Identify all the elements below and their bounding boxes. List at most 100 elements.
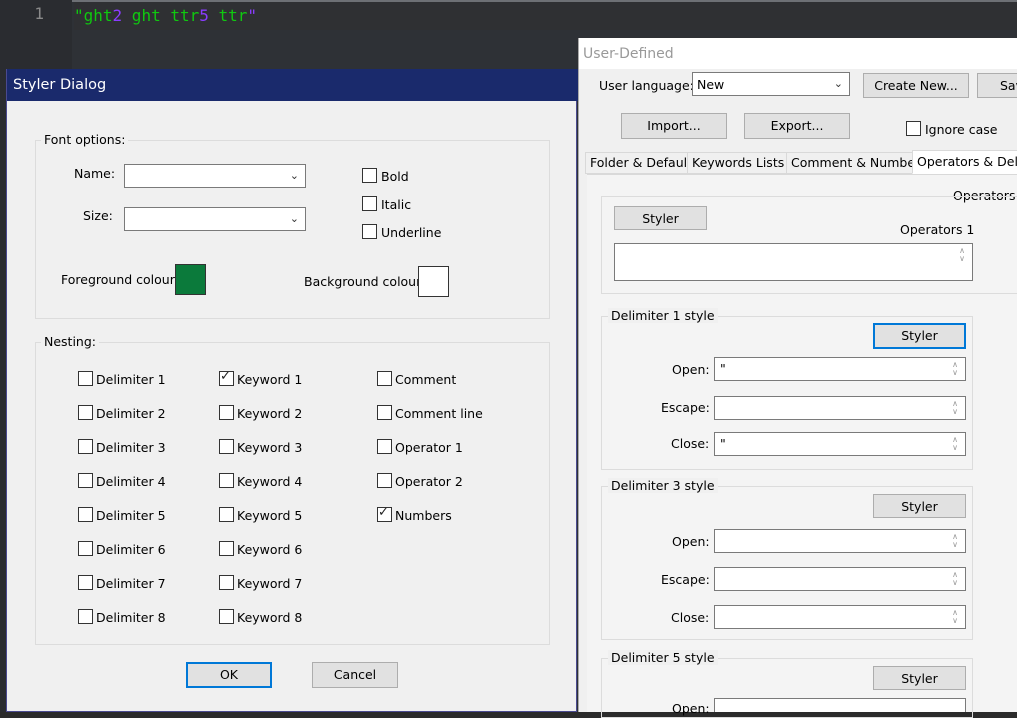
operators-styler-button[interactable]: Styler <box>614 206 707 230</box>
ok-button[interactable]: OK <box>186 662 272 688</box>
background-colour-label: Background colour <box>304 274 422 289</box>
nesting-keyword-5-label: Keyword 5 <box>237 508 303 523</box>
delimiter1-escape-label: Escape: <box>661 400 710 415</box>
delimiter3-title: Delimiter 3 style <box>608 478 718 493</box>
user-defined-title: User-Defined <box>583 46 674 62</box>
font-name-select[interactable]: ⌄ <box>124 164 306 188</box>
operators1-field[interactable]: ∧ ∨ <box>614 243 973 281</box>
chevron-down-icon: ⌄ <box>289 169 299 182</box>
nesting-delimiter-2-checkbox[interactable] <box>78 405 93 420</box>
delimiter1-open-value: " <box>720 361 726 376</box>
code-token: 5 <box>199 6 209 25</box>
code-token: 2 <box>112 6 123 25</box>
bold-checkbox[interactable] <box>362 168 377 183</box>
delimiter1-close-field[interactable]: " ∧ ∨ <box>714 432 966 456</box>
foreground-colour-swatch[interactable] <box>175 264 206 295</box>
delimiter1-title: Delimiter 1 style <box>608 308 718 323</box>
operators1-label: Operators 1 <box>900 222 975 237</box>
nesting-delimiter-5-label: Delimiter 5 <box>96 508 166 523</box>
nesting-delimiter-6-checkbox[interactable] <box>78 541 93 556</box>
delimiter3-close-field[interactable]: ∧ ∨ <box>714 605 966 629</box>
delimiter3-escape-label: Escape: <box>661 572 710 587</box>
spin-arrows-icon: ∧ ∨ <box>952 570 958 587</box>
delimiter3-open-field[interactable]: ∧ ∨ <box>714 529 966 553</box>
nesting-keyword-6-checkbox[interactable] <box>219 541 234 556</box>
spin-arrows-icon: ∧ ∨ <box>952 532 958 549</box>
nesting-label: Nesting: <box>41 334 99 349</box>
nesting-operator-1-checkbox[interactable] <box>377 439 392 454</box>
delimiter1-styler-button[interactable]: Styler <box>873 323 966 349</box>
user-language-value: New <box>697 77 725 92</box>
save-as-button[interactable]: Sav <box>977 73 1017 98</box>
delimiter5-open-field[interactable] <box>714 698 966 712</box>
font-name-label: Name: <box>74 166 116 181</box>
nesting-delimiter-4-label: Delimiter 4 <box>96 474 166 489</box>
delimiter5-styler-button[interactable]: Styler <box>873 666 966 690</box>
nesting-keyword-4-checkbox[interactable] <box>219 473 234 488</box>
delimiter3-escape-field[interactable]: ∧ ∨ <box>714 567 966 591</box>
export-button[interactable]: Export... <box>744 113 850 139</box>
nesting-keyword-2-checkbox[interactable] <box>219 405 234 420</box>
nesting-comment-label: Comment <box>395 372 457 387</box>
code-line[interactable]: "ght2 ght ttr5 ttr" <box>74 2 1017 30</box>
nesting-keyword-5-checkbox[interactable] <box>219 507 234 522</box>
nesting-delimiter-1-label: Delimiter 1 <box>96 372 166 387</box>
nesting-comment-line-checkbox[interactable] <box>377 405 392 420</box>
nesting-keyword-7-checkbox[interactable] <box>219 575 234 590</box>
font-size-select[interactable]: ⌄ <box>124 207 306 231</box>
nesting-delimiter-1-checkbox[interactable] <box>78 371 93 386</box>
import-button[interactable]: Import... <box>621 113 727 139</box>
tab-folder-default[interactable]: Folder & Default <box>585 152 697 174</box>
delimiter3-close-label: Close: <box>671 610 710 625</box>
foreground-colour-label: Foreground colour <box>61 272 175 287</box>
delimiter1-close-label: Close: <box>671 436 710 451</box>
nesting-delimiter-7-checkbox[interactable] <box>78 575 93 590</box>
nesting-keyword-3-label: Keyword 3 <box>237 440 303 455</box>
nesting-comment-checkbox[interactable] <box>377 371 392 386</box>
nesting-delimiter-4-checkbox[interactable] <box>78 473 93 488</box>
cancel-button[interactable]: Cancel <box>312 662 398 688</box>
bold-label: Bold <box>381 169 409 184</box>
delimiter1-open-field[interactable]: " ∧ ∨ <box>714 357 966 381</box>
nesting-delimiter-5-checkbox[interactable] <box>78 507 93 522</box>
delimiter5-title: Delimiter 5 style <box>608 650 718 665</box>
nesting-group <box>35 342 550 645</box>
ignore-case-label: Ignore case <box>925 122 998 137</box>
code-token: ght ttr <box>122 6 200 25</box>
create-new-button[interactable]: Create New... <box>863 73 969 98</box>
italic-checkbox[interactable] <box>362 196 377 211</box>
nesting-keyword-6-label: Keyword 6 <box>237 542 303 557</box>
nesting-delimiter-3-checkbox[interactable] <box>78 439 93 454</box>
nesting-delimiter-8-checkbox[interactable] <box>78 609 93 624</box>
styler-dialog: Styler Dialog Font options: Name: ⌄ Size… <box>6 69 578 712</box>
tab-comment-number[interactable]: Comment & Number <box>786 152 926 174</box>
nesting-operator-1-label: Operator 1 <box>395 440 463 455</box>
nesting-delimiter-3-label: Delimiter 3 <box>96 440 166 455</box>
user-defined-window: User-Defined User language: New ⌄ Create… <box>578 38 1017 718</box>
nesting-delimiter-2-label: Delimiter 2 <box>96 406 166 421</box>
nesting-keyword-8-label: Keyword 8 <box>237 610 303 625</box>
ignore-case-checkbox[interactable] <box>906 121 921 136</box>
italic-label: Italic <box>381 197 412 212</box>
delimiter1-open-label: Open: <box>672 362 710 377</box>
nesting-keyword-4-label: Keyword 4 <box>237 474 303 489</box>
nesting-keyword-1-checkbox[interactable] <box>219 369 234 386</box>
user-language-select[interactable]: New ⌄ <box>692 72 850 96</box>
nesting-operator-2-checkbox[interactable] <box>377 473 392 488</box>
delimiter1-escape-field[interactable]: ∧ ∨ <box>714 396 966 420</box>
code-token: " <box>247 6 258 25</box>
spin-arrows-icon: ∧ ∨ <box>952 399 958 416</box>
background-colour-swatch[interactable] <box>418 266 449 297</box>
delimiter3-styler-button[interactable]: Styler <box>873 494 966 518</box>
nesting-keyword-2-label: Keyword 2 <box>237 406 303 421</box>
nesting-delimiter-7-label: Delimiter 7 <box>96 576 166 591</box>
tab-keywords-lists[interactable]: Keywords Lists <box>687 152 790 174</box>
underline-checkbox[interactable] <box>362 224 377 239</box>
tab-operators-delimiters[interactable]: Operators & Deli <box>912 150 1017 174</box>
nesting-numbers-checkbox[interactable] <box>377 505 392 522</box>
chevron-down-icon: ⌄ <box>833 77 843 90</box>
nesting-keyword-8-checkbox[interactable] <box>219 609 234 624</box>
chevron-down-icon: ⌄ <box>289 212 299 225</box>
nesting-keyword-1-label: Keyword 1 <box>237 372 303 387</box>
nesting-keyword-3-checkbox[interactable] <box>219 439 234 454</box>
